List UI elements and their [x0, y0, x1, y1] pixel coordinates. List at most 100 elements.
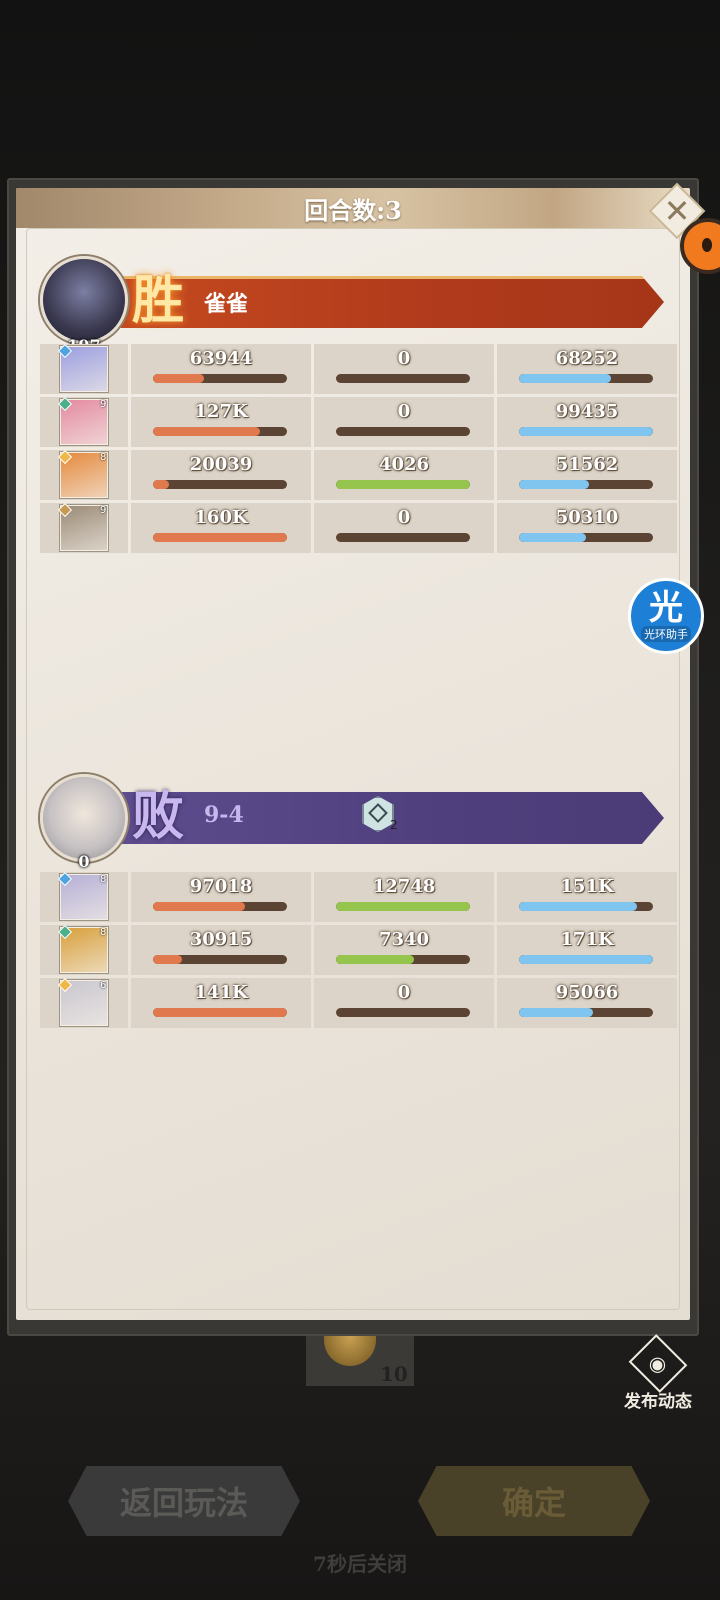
damage-taken-stat: 151K: [497, 872, 677, 922]
damage-taken-stat-bar: [519, 427, 653, 436]
halo-assistant-button[interactable]: 光 光环助手: [628, 578, 704, 654]
hero-cell[interactable]: 8: [40, 871, 128, 922]
damage-stat: 97018: [131, 872, 311, 922]
heal-stat: 0: [314, 344, 494, 394]
reward-count: 10: [380, 1362, 408, 1386]
damage-taken-stat-bar-fill: [519, 955, 653, 964]
heal-stat-bar-fill: [336, 902, 470, 911]
dialog-title-bar: 回合数:3: [16, 188, 690, 228]
damage-stat-value: 127K: [194, 401, 248, 422]
confirm-button[interactable]: 确定: [418, 1466, 650, 1536]
heal-stat: 7340: [314, 925, 494, 975]
stat-row: 8 97018 12748 151K: [40, 871, 680, 922]
lose-leader-avatar[interactable]: [40, 774, 128, 862]
damage-stat-value: 20039: [189, 454, 253, 475]
close-icon: ✕: [663, 192, 691, 230]
damage-stat-bar-fill: [153, 533, 287, 542]
camera-icon: ◉: [649, 1351, 667, 1376]
heal-stat-bar: [336, 480, 470, 489]
damage-stat-bar-fill: [153, 955, 183, 964]
back-to-mode-button[interactable]: 返回玩法: [68, 1466, 300, 1536]
heal-stat: 0: [314, 397, 494, 447]
hero-cell[interactable]: 8: [40, 924, 128, 975]
heal-stat: 0: [314, 503, 494, 553]
auto-close-countdown: 7秒后关闭: [313, 1552, 407, 1576]
damage-taken-stat-bar: [519, 1008, 653, 1017]
damage-taken-stat-bar-fill: [519, 533, 586, 542]
damage-taken-stat-value: 95066: [555, 982, 619, 1003]
heal-stat-value: 12748: [372, 876, 436, 897]
heal-stat-bar-fill: [336, 955, 414, 964]
damage-stat-bar: [153, 374, 287, 383]
heal-stat-value: 7340: [378, 929, 430, 950]
damage-taken-stat-value: 151K: [560, 876, 614, 897]
hero-cell[interactable]: [40, 343, 128, 394]
result-label: 败: [132, 786, 185, 847]
damage-taken-stat-bar-fill: [519, 480, 589, 489]
stage-badge[interactable]: 2: [362, 796, 398, 832]
heal-stat-bar: [336, 427, 470, 436]
team-name: 9-4: [204, 802, 244, 828]
hero-level: 8: [100, 874, 107, 885]
damage-stat-bar-fill: [153, 1008, 287, 1017]
damage-stat: 63944: [131, 344, 311, 394]
stat-row: 8 30915 7340 171K: [40, 924, 680, 975]
damage-stat-value: 97018: [189, 876, 253, 897]
heal-stat-bar-fill: [336, 480, 470, 489]
damage-taken-stat: 51562: [497, 450, 677, 500]
hero-cell[interactable]: 8: [40, 449, 128, 500]
heal-stat-bar: [336, 902, 470, 911]
hero-cell[interactable]: 9: [40, 502, 128, 553]
dialog-title: 回合数:3: [304, 195, 402, 225]
damage-stat-value: 63944: [189, 348, 253, 369]
hero-level: 9: [100, 399, 107, 410]
damage-stat-bar-fill: [153, 374, 204, 383]
stat-row: 6 141K 0 95066: [40, 977, 680, 1028]
stat-row: 9 160K 0 50310: [40, 502, 680, 553]
damage-taken-stat-bar-fill: [519, 1008, 593, 1017]
damage-stat-value: 160K: [194, 507, 248, 528]
heal-stat-bar: [336, 955, 470, 964]
damage-taken-stat-bar: [519, 955, 653, 964]
damage-taken-stat-bar-fill: [519, 374, 612, 383]
badge-count: 2: [390, 818, 398, 832]
damage-stat-bar: [153, 533, 287, 542]
win-team-banner: 胜 雀雀: [112, 272, 682, 332]
stat-row: 9 127K 0 99435: [40, 396, 680, 447]
damage-stat-bar: [153, 955, 287, 964]
reward-item: 10: [306, 1336, 414, 1386]
damage-stat-bar: [153, 902, 287, 911]
win-leader-avatar[interactable]: [40, 256, 128, 344]
damage-taken-stat: 95066: [497, 978, 677, 1028]
hero-level: 8: [100, 452, 107, 463]
heal-stat-bar: [336, 374, 470, 383]
damage-taken-stat: 68252: [497, 344, 677, 394]
hero-level: 6: [100, 980, 107, 991]
damage-stat-bar: [153, 480, 287, 489]
hero-cell[interactable]: 9: [40, 396, 128, 447]
lose-leader-level: 0: [78, 852, 90, 871]
hero-cell[interactable]: 6: [40, 977, 128, 1028]
damage-stat-bar-fill: [153, 902, 246, 911]
lose-team-banner: 败 9-4 2: [112, 788, 682, 848]
heal-stat-value: 4026: [378, 454, 430, 475]
post-update-button[interactable]: ◉ 发布动态: [618, 1334, 698, 1412]
banner-body: [112, 276, 664, 328]
halo-icon: 光: [649, 588, 683, 628]
team-name: 雀雀: [204, 291, 249, 317]
coin-icon: [324, 1336, 376, 1366]
heal-stat-bar: [336, 1008, 470, 1017]
heal-stat-value: 0: [397, 401, 411, 422]
halo-label: 光环助手: [641, 626, 691, 642]
damage-taken-stat: 50310: [497, 503, 677, 553]
damage-stat-bar: [153, 1008, 287, 1017]
damage-stat: 127K: [131, 397, 311, 447]
damage-taken-stat-bar-fill: [519, 427, 653, 436]
damage-taken-stat-bar: [519, 533, 653, 542]
damage-stat-bar-fill: [153, 480, 170, 489]
damage-taken-stat-bar-fill: [519, 902, 637, 911]
damage-taken-stat-value: 51562: [555, 454, 619, 475]
assistant-eye: [702, 238, 712, 252]
result-label: 胜: [132, 270, 185, 331]
damage-taken-stat-bar: [519, 480, 653, 489]
